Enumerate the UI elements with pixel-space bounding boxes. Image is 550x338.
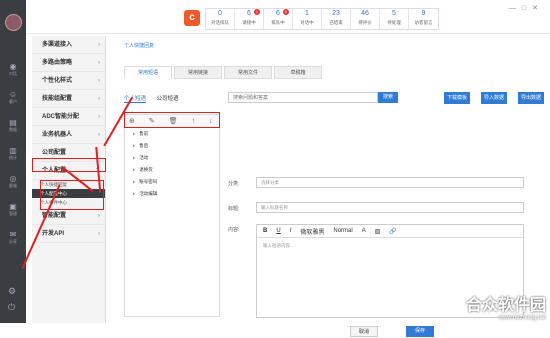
tab-drafts[interactable]: 草稿箱 — [274, 66, 322, 79]
image-icon[interactable]: ▧ — [375, 228, 381, 235]
sidebar-item[interactable]: 个性化样式 › — [32, 72, 105, 90]
sidebar-item[interactable]: ADC智能分配 › — [32, 108, 105, 126]
rail-item-3[interactable]: ▥ 统计 — [5, 146, 21, 160]
category-label: 分类: — [228, 181, 240, 187]
font-select[interactable]: 微软雅黑 — [300, 227, 324, 236]
tree-item[interactable]: ▸ 退换货 — [125, 164, 219, 176]
bold-icon[interactable]: B — [263, 228, 267, 234]
rail-item-1[interactable]: ☺ 客户 — [5, 90, 21, 104]
chevron-right-icon: › — [98, 42, 100, 48]
link-icon[interactable]: 🔗 — [389, 228, 396, 235]
sidebar-item[interactable]: 技能组配置 › — [32, 90, 105, 108]
export-button[interactable]: 导出数据 — [518, 92, 545, 104]
cancel-button[interactable]: 取消 — [350, 326, 378, 337]
tab-files[interactable]: 常用文件 — [224, 66, 272, 79]
tree-item[interactable]: ▸ 售后 — [125, 140, 219, 152]
rail-item-4[interactable]: ◎ 客服 — [5, 174, 21, 188]
sidebar-item[interactable]: 多渠道接入 › — [32, 36, 105, 54]
download-template-button[interactable]: 下载模板 — [444, 92, 471, 104]
import-button[interactable]: 导入数据 — [481, 92, 508, 104]
watermark-url: www.hezhong.net — [498, 315, 546, 321]
chevron-right-icon: › — [98, 96, 100, 102]
tree-item[interactable]: ▸ 账号密码 — [125, 176, 219, 188]
rail-item-6[interactable]: ✉ 分享 — [5, 230, 21, 244]
category-tree: ⊕ ✎ 🗑 ↑ ↓ ▸ 售前 ▸ 售后 ▸ 活动 ▸ 退换货 ▸ 账号密码 ▸ 活动编辑 — [124, 114, 220, 317]
annotation-box — [124, 112, 220, 128]
tree-item[interactable]: ▸ 活动编辑 — [125, 188, 219, 200]
stat-item[interactable]: 5 待处理 — [380, 9, 409, 29]
watermark: 合众软件园 www.hezhong.net — [466, 291, 546, 321]
italic-icon[interactable]: I — [290, 228, 292, 234]
sidebar-item[interactable]: 多路由策略 › — [32, 54, 105, 72]
tab-phrases[interactable]: 常用短语 — [124, 66, 172, 79]
stat-item[interactable]: 23 已结束 — [322, 9, 351, 29]
tab-links[interactable]: 常用链接 — [174, 66, 222, 79]
editor-body[interactable]: 输入短语内容... — [257, 238, 523, 254]
chevron-right-icon: › — [98, 231, 100, 237]
font-color-icon[interactable]: A — [362, 228, 366, 234]
stat-item[interactable]: 9 访客留言 — [409, 9, 438, 29]
breadcrumb: 个人快捷回复 — [124, 43, 155, 49]
title-input[interactable]: 输入标题名称 — [256, 202, 524, 213]
sidebar-item[interactable]: 业务机器人 › — [32, 126, 105, 144]
phrase-form: 分类: 选择分类 标题: 输入标题名称 内容: B U I 微软雅黑 Norma… — [228, 114, 533, 319]
sidebar-item[interactable]: 开发API › — [32, 225, 105, 243]
rail-item-5[interactable]: ▣ 管理 — [5, 202, 21, 216]
tree-item[interactable]: ▸ 活动 — [125, 152, 219, 164]
chevron-right-icon: › — [98, 114, 100, 120]
subtab-company[interactable]: 公司短语 — [157, 96, 179, 102]
save-button[interactable]: 保存 — [406, 326, 434, 337]
tabs: 常用短语 常用链接 常用文件 草稿箱 — [124, 66, 324, 79]
top-bar: c 0 对话排队 6 请接中 1 6 排队中 0 1 对话中 23 已结束 46 待评价 5 待处… — [26, 0, 550, 34]
stat-item[interactable]: 0 对话排队 — [206, 9, 235, 29]
chevron-right-icon: › — [98, 78, 100, 84]
editor-toolbar: B U I 微软雅黑 Normal A ▧ 🔗 — [257, 225, 523, 238]
stats-bar: 0 对话排队 6 请接中 1 6 排队中 0 1 对话中 23 已结束 46 待评价 5 待处理 … — [205, 8, 439, 30]
watermark-title: 合众软件园 — [465, 297, 546, 314]
tree-item[interactable]: ▸ 售前 — [125, 128, 219, 140]
stat-item[interactable]: 46 待评价 — [351, 9, 380, 29]
avatar[interactable] — [5, 14, 22, 31]
rail-item-2[interactable]: ▤ 数据 — [5, 118, 21, 132]
stat-item[interactable]: 6 请接中 1 — [235, 9, 264, 29]
underline-icon[interactable]: U — [276, 228, 280, 234]
gear-icon[interactable]: ⚙ — [8, 286, 16, 297]
chevron-right-icon: › — [98, 60, 100, 66]
stat-item[interactable]: 6 排队中 0 — [264, 9, 293, 29]
title-label: 标题: — [228, 206, 240, 212]
search-input[interactable] — [228, 92, 378, 103]
stat-item[interactable]: 1 对话中 — [293, 9, 322, 29]
power-icon[interactable]: ⏻ — [8, 302, 15, 313]
subtabs: 个人短语 公司短语 — [124, 94, 188, 103]
main-content: 个人快捷回复 常用短语 常用链接 常用文件 草稿箱 个人短语 公司短语 搜索 下… — [108, 34, 550, 337]
search-button[interactable]: 搜索 — [378, 92, 398, 103]
left-rail: ◉ 对话 ☺ 客户 ▤ 数据 ▥ 统计 ◎ 客服 ▣ 管理 ✉ 分享 ⚙ ⏻ — [0, 0, 26, 323]
window-controls[interactable]: —□✕ — [509, 4, 544, 12]
category-select[interactable]: 选择分类 — [256, 177, 524, 188]
rail-item-0[interactable]: ◉ 对话 — [5, 62, 21, 76]
annotation-box — [32, 158, 106, 172]
content-label: 内容: — [228, 227, 240, 233]
size-select[interactable]: Normal — [333, 228, 352, 234]
chevron-right-icon: › — [98, 132, 100, 138]
app-logo: c — [184, 10, 200, 26]
